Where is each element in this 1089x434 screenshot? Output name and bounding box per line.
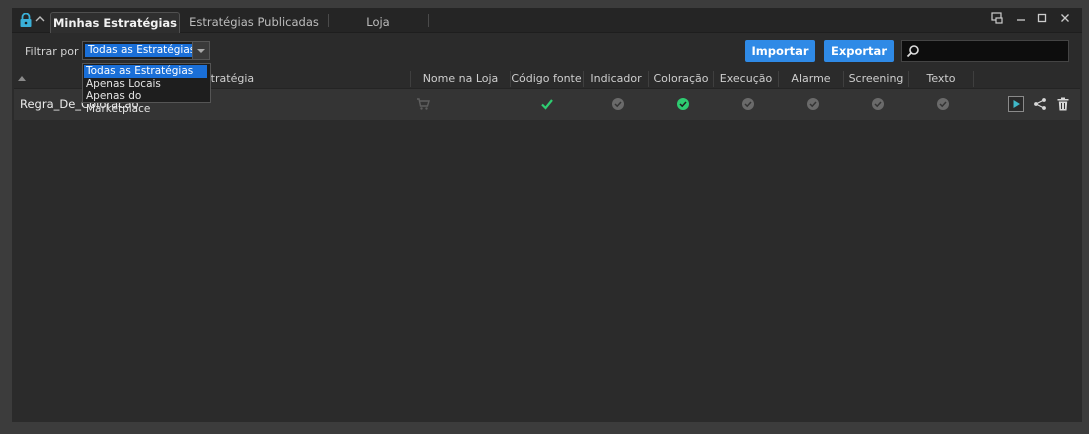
cart-icon: [417, 98, 430, 110]
check-circle-gray-icon: [742, 98, 754, 110]
close-icon[interactable]: [1057, 12, 1073, 28]
export-button[interactable]: Exportar: [824, 40, 894, 62]
strategies-window: Minhas Estratégias Estratégias Publicada…: [12, 8, 1082, 422]
column-nome-na-loja[interactable]: Nome na Loja: [411, 72, 510, 85]
column-execucao[interactable]: Execução: [714, 72, 778, 85]
column-coloracao[interactable]: Coloração: [649, 72, 713, 85]
minimize-icon[interactable]: [1013, 12, 1029, 28]
lock-icon[interactable]: [19, 13, 33, 27]
import-button[interactable]: Importar: [745, 40, 815, 62]
tab-divider: [328, 14, 329, 27]
play-icon[interactable]: [1008, 96, 1024, 112]
filter-selected-value: Todas as Estratégias: [85, 44, 199, 57]
search-icon: [906, 45, 919, 58]
column-indicador[interactable]: Indicador: [584, 72, 648, 85]
chevron-up-icon[interactable]: [34, 12, 46, 26]
share-icon[interactable]: [1033, 97, 1047, 111]
detach-icon[interactable]: [989, 12, 1005, 28]
sort-asc-icon[interactable]: [18, 76, 26, 81]
search-input[interactable]: [901, 40, 1069, 62]
filter-select[interactable]: Todas as Estratégias: [82, 41, 210, 60]
tab-estrategias-publicadas[interactable]: Estratégias Publicadas: [180, 12, 328, 32]
filter-dropdown-list: Todas as Estratégias Apenas Locais Apena…: [82, 63, 211, 115]
column-alarme[interactable]: Alarme: [779, 72, 843, 85]
column-screening[interactable]: Screening: [844, 72, 908, 85]
maximize-icon[interactable]: [1034, 12, 1050, 28]
check-circle-gray-icon: [612, 98, 624, 110]
chevron-down-icon[interactable]: [192, 42, 209, 59]
check-circle-gray-icon: [807, 98, 819, 110]
title-bar: Minhas Estratégias Estratégias Publicada…: [12, 8, 1082, 33]
tab-loja[interactable]: Loja: [330, 12, 426, 32]
trash-icon[interactable]: [1056, 97, 1070, 111]
check-circle-green-icon: [677, 98, 689, 110]
column-divider: [973, 71, 974, 87]
filter-option-todas[interactable]: Todas as Estratégias: [84, 65, 207, 78]
tab-divider: [428, 14, 429, 27]
check-circle-gray-icon: [872, 98, 884, 110]
column-texto[interactable]: Texto: [909, 72, 973, 85]
check-circle-gray-icon: [937, 98, 949, 110]
column-codigo-fonte[interactable]: Código fonte: [511, 72, 582, 85]
check-icon: [541, 99, 553, 110]
tab-minhas-estrategias[interactable]: Minhas Estratégias: [50, 12, 180, 33]
filter-label: Filtrar por: [25, 45, 79, 58]
filter-option-marketplace[interactable]: Apenas do Marketplace: [84, 90, 207, 115]
